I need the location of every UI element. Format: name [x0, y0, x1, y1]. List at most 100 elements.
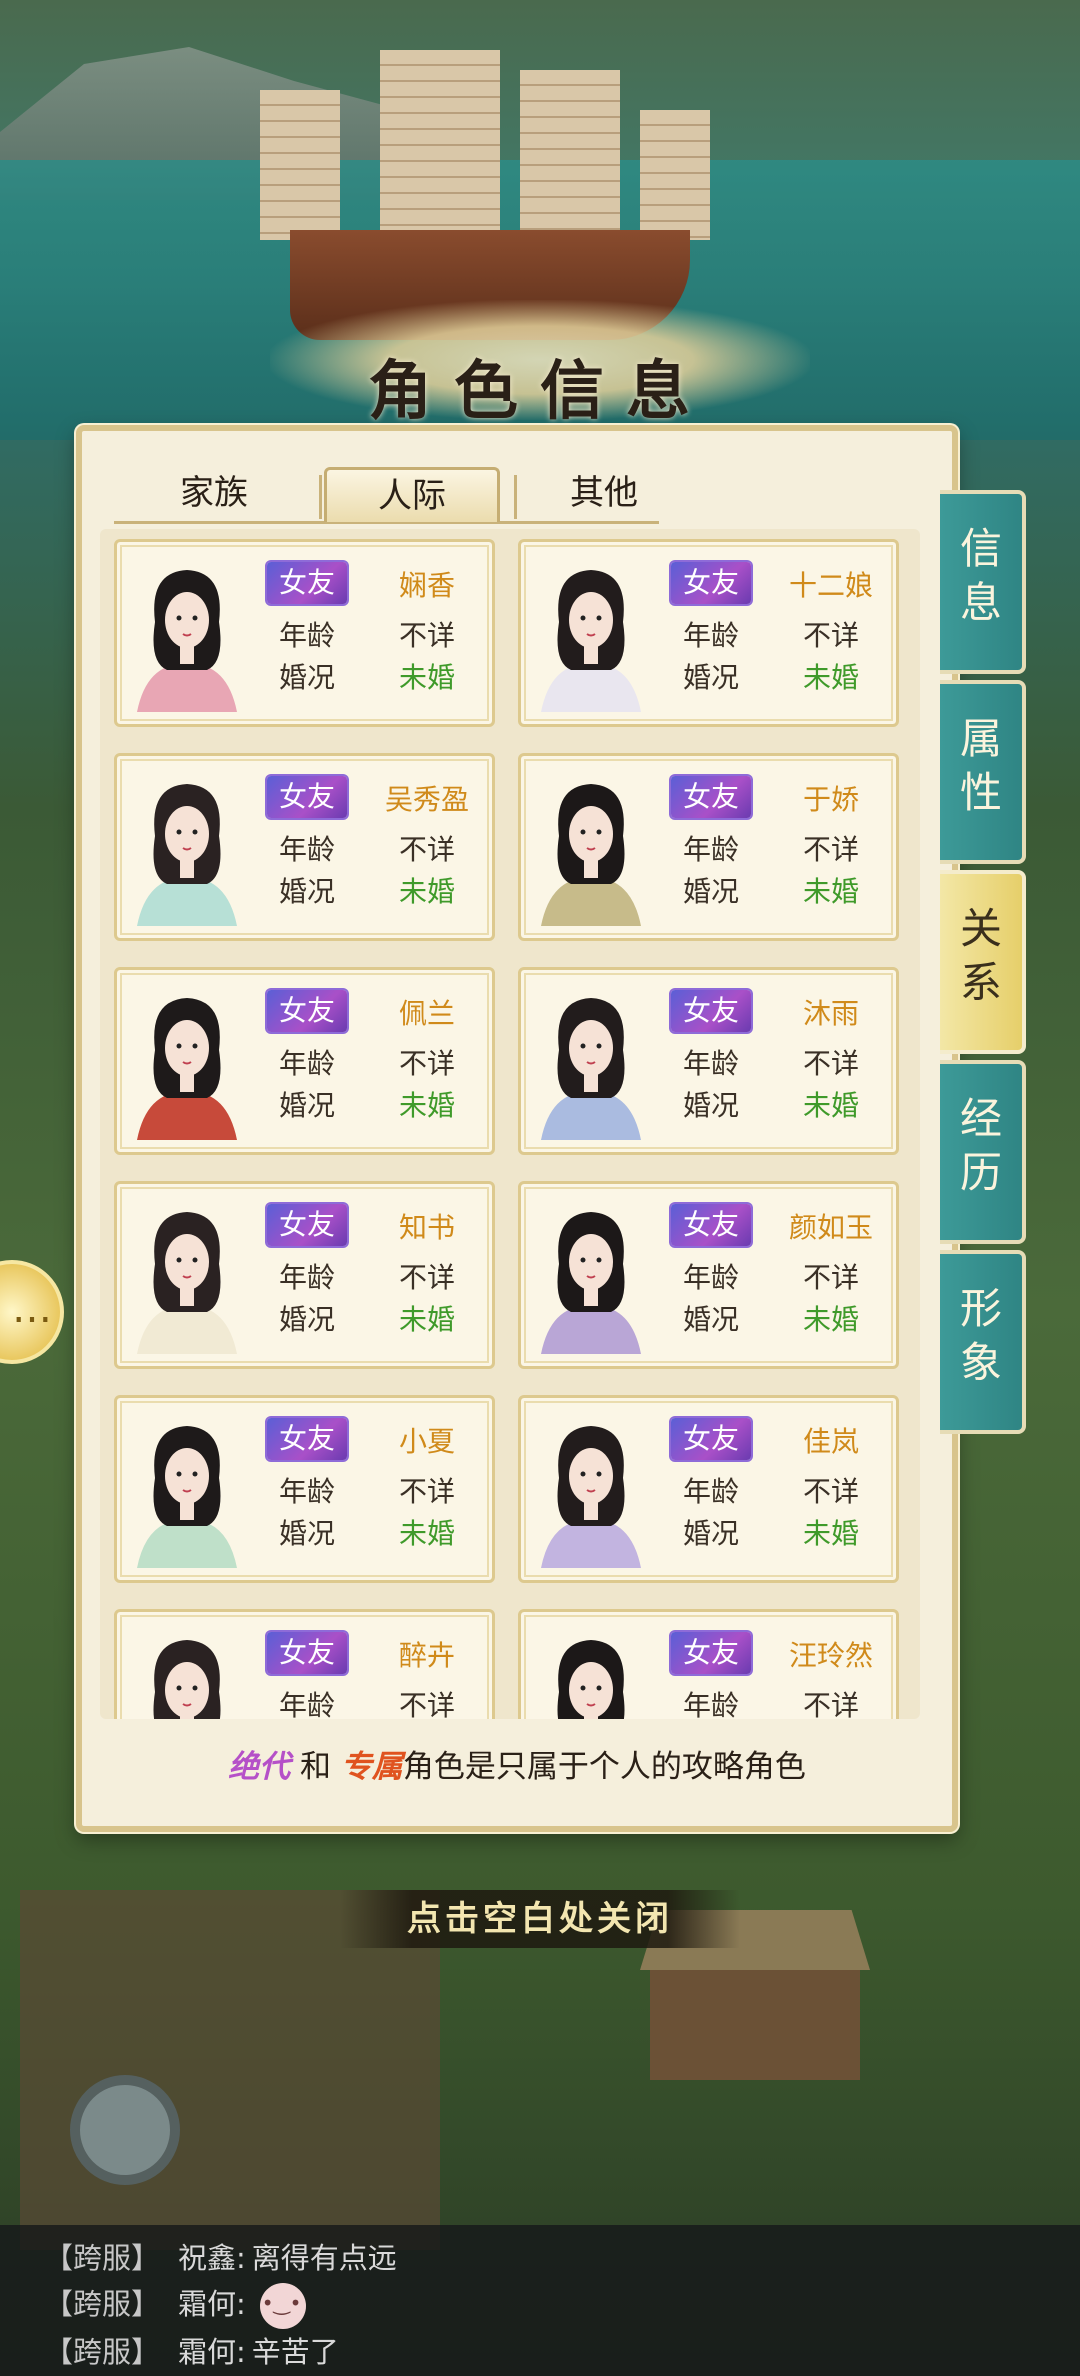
- character-portrait: [127, 1408, 247, 1568]
- relation-badge: 女友: [671, 1632, 751, 1674]
- chat-server-tag: 【跨服】: [44, 2335, 161, 2369]
- marital-value: 未婚: [802, 1089, 859, 1122]
- character-name: 汪玲然: [788, 1639, 873, 1672]
- chat-line: 【跨服】 霜何:: [44, 2281, 306, 2329]
- tab-relations[interactable]: 人际: [324, 467, 500, 522]
- character-portrait: [127, 1622, 247, 1719]
- character-card[interactable]: 女友汪玲然年龄不详婚况: [518, 1609, 899, 1719]
- character-card[interactable]: 女友 娴香 年龄 不详 婚况 未婚: [114, 539, 495, 727]
- chat-server-tag: 【跨服】: [44, 2287, 161, 2321]
- side-tab-appearance[interactable]: 形象: [940, 1250, 1026, 1434]
- footer-note: 绝代 和 专属角色是只属于个人的攻略角色: [82, 1741, 952, 1786]
- age-label: 年龄: [682, 833, 739, 866]
- character-name: 小夏: [398, 1425, 455, 1458]
- character-card[interactable]: 女友醉卉年龄不详婚况: [114, 1609, 495, 1719]
- marital-value: 未婚: [398, 1089, 455, 1122]
- character-portrait: [127, 1194, 247, 1354]
- character-card[interactable]: 女友 小夏 年龄 不详 婚况 未婚: [114, 1395, 495, 1583]
- character-portrait: [531, 1408, 651, 1568]
- side-tab-relations[interactable]: 关系: [940, 870, 1026, 1054]
- chat-icon: …: [12, 1286, 52, 1332]
- age-value: 不详: [398, 833, 455, 866]
- character-portrait: [127, 766, 247, 926]
- side-tab-info[interactable]: 信息: [940, 490, 1026, 674]
- character-name: 十二娘: [788, 569, 873, 602]
- character-name: 知书: [398, 1211, 455, 1244]
- age-value: 不详: [802, 833, 859, 866]
- character-list[interactable]: 女友 娴香 年龄 不详 婚况 未婚 女友 十二娘 年龄 不详 婚况 未婚 女友 吴秀盈 年龄 不详 婚况 未婚 女友…: [100, 529, 920, 1719]
- side-tab-experience-label: 经历: [959, 1094, 1002, 1197]
- age-value: 不详: [398, 1475, 455, 1508]
- chat-line: 【跨服】 祝鑫: 离得有点远: [44, 2235, 397, 2277]
- character-portrait: [531, 766, 651, 926]
- character-portrait: [127, 552, 247, 712]
- character-card[interactable]: 女友 沐雨 年龄 不详 婚况 未婚: [518, 967, 899, 1155]
- side-tab-attributes[interactable]: 属性: [940, 680, 1026, 864]
- footer-text: 角色是只属于个人的攻略角色: [402, 1749, 806, 1785]
- side-tab-experience[interactable]: 经历: [940, 1060, 1026, 1244]
- marital-label: 婚况: [682, 1089, 739, 1122]
- tab-family[interactable]: 家族: [129, 467, 299, 519]
- marital-label: 婚况: [278, 1303, 335, 1336]
- marital-value: 未婚: [802, 875, 859, 908]
- character-name: 醉卉: [398, 1639, 455, 1672]
- age-value: 不详: [398, 1047, 455, 1080]
- age-label: 年龄: [278, 1047, 335, 1080]
- age-value: 不详: [802, 1689, 859, 1719]
- marital-value: 未婚: [802, 661, 859, 694]
- footer-and: 和: [300, 1749, 331, 1785]
- top-tab-bar: 家族 人际 其他: [114, 465, 659, 524]
- marital-value: 未婚: [802, 1303, 859, 1336]
- close-hint[interactable]: 点击空白处关闭: [340, 1890, 740, 1948]
- character-name: 吴秀盈: [384, 783, 469, 816]
- marital-label: 婚况: [682, 1303, 739, 1336]
- age-value: 不详: [398, 1261, 455, 1294]
- relation-badge: 女友: [671, 1204, 751, 1246]
- marital-label: 婚况: [682, 661, 739, 694]
- dialog-title: 角色信息: [240, 290, 840, 440]
- character-card[interactable]: 女友 吴秀盈 年龄 不详 婚况 未婚: [114, 753, 495, 941]
- age-label: 年龄: [278, 1689, 335, 1719]
- age-label: 年龄: [278, 1475, 335, 1508]
- marital-value: 未婚: [398, 875, 455, 908]
- character-portrait: [127, 980, 247, 1140]
- character-card[interactable]: 女友 佳岚 年龄 不详 婚况 未婚: [518, 1395, 899, 1583]
- character-card[interactable]: 女友 颜如玉 年龄 不详 婚况 未婚: [518, 1181, 899, 1369]
- marital-label: 婚况: [278, 1517, 335, 1550]
- chat-line: 【跨服】 霜何: 辛苦了: [44, 2329, 339, 2371]
- age-value: 不详: [802, 1261, 859, 1294]
- age-value: 不详: [398, 1689, 455, 1719]
- relation-badge: 女友: [671, 1418, 751, 1460]
- character-name: 颜如玉: [788, 1211, 873, 1244]
- age-label: 年龄: [278, 1261, 335, 1294]
- character-card[interactable]: 女友 知书 年龄 不详 婚况 未婚: [114, 1181, 495, 1369]
- relation-badge: 女友: [267, 1632, 347, 1674]
- tag-zhuanshu: 专属: [340, 1749, 403, 1785]
- relation-badge: 女友: [267, 990, 347, 1032]
- character-info-panel: 家族 人际 其他 女友 娴香 年龄 不详 婚况 未婚 女友 十二娘 年龄 不详 婚况 未婚 女友 吴秀盈年…: [76, 425, 958, 1832]
- farm-hut: [650, 1950, 860, 2080]
- marital-value: 未婚: [802, 1517, 859, 1550]
- tab-other[interactable]: 其他: [519, 467, 689, 519]
- relation-badge: 女友: [671, 990, 751, 1032]
- character-name: 佳岚: [802, 1425, 859, 1458]
- relation-badge: 女友: [671, 562, 751, 604]
- character-name: 沐雨: [802, 997, 859, 1030]
- character-portrait: [531, 1622, 651, 1719]
- marital-label: 婚况: [682, 1517, 739, 1550]
- relation-badge: 女友: [267, 562, 347, 604]
- title-text: 角色信息: [368, 354, 712, 429]
- side-tab-attributes-label: 属性: [959, 714, 1002, 817]
- character-name: 于娇: [802, 783, 859, 816]
- relation-badge: 女友: [267, 776, 347, 818]
- tag-juedai: 绝代: [228, 1749, 291, 1785]
- smile-emoji-icon: [259, 2283, 306, 2329]
- character-card[interactable]: 女友 于娇 年龄 不详 婚况 未婚: [518, 753, 899, 941]
- chat-log[interactable]: 【跨服】祝鑫:离得有点远 【跨服】霜何: 【跨服】霜何:辛苦了: [0, 2225, 1080, 2376]
- side-tab-relations-label: 关系: [959, 904, 1002, 1007]
- character-name: 娴香: [398, 569, 455, 602]
- marital-label: 婚况: [278, 661, 335, 694]
- character-card[interactable]: 女友 十二娘 年龄 不详 婚况 未婚: [518, 539, 899, 727]
- water-well: [70, 2075, 180, 2185]
- character-card[interactable]: 女友 佩兰 年龄 不详 婚况 未婚: [114, 967, 495, 1155]
